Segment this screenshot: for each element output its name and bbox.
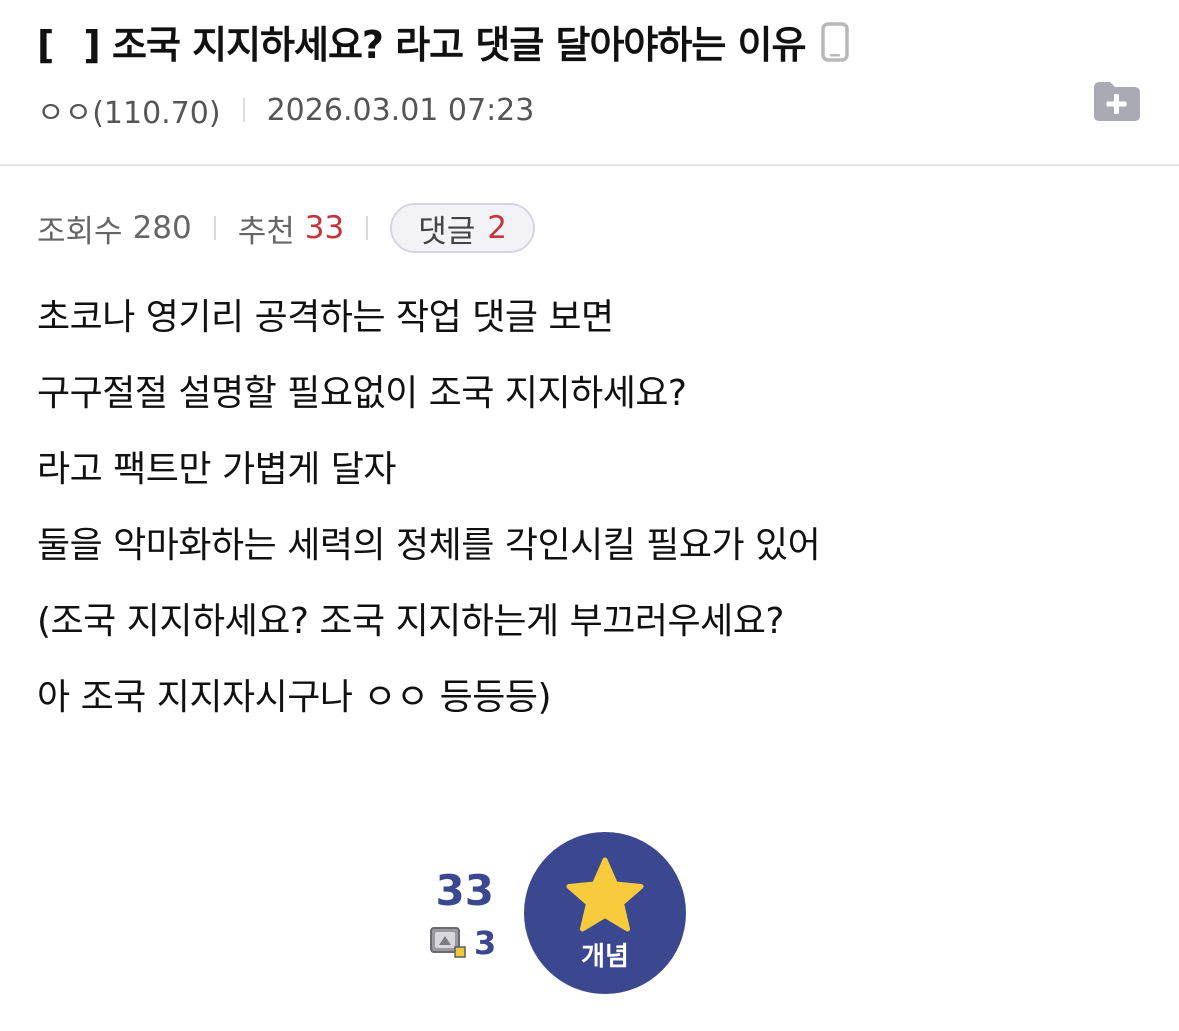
recommend-label: 추천 [237, 213, 295, 250]
folder-add-icon[interactable] [1090, 78, 1142, 122]
post-body: 초코나 영기리 공격하는 작업 댓글 보면 구구절절 설명할 필요없이 조국 지… [37, 280, 821, 736]
post-title: [] 조국 지지하세요? 라고 댓글 달아야하는 이유 [37, 14, 806, 69]
post-title-row: [] 조국 지지하세요? 라고 댓글 달아야하는 이유 [37, 14, 850, 69]
comments-label: 댓글 [418, 213, 476, 250]
title-bracket-close: ] [83, 23, 100, 67]
recommend-button[interactable]: 개념 [524, 832, 686, 994]
post-title-text: 조국 지지하세요? 라고 댓글 달아야하는 이유 [111, 23, 806, 67]
title-bracket-open: [ [37, 23, 54, 67]
fixed-vote-count: 3 [474, 924, 497, 962]
body-line: 초코나 영기리 공격하는 작업 댓글 보면 [37, 297, 614, 338]
recommend-button-label: 개념 [581, 942, 629, 972]
comments-count: 2 [487, 210, 508, 246]
body-line: 아 조국 지지자시구나 ㅇㅇ 등등등) [37, 677, 552, 718]
body-line: (조국 지지하세요? 조국 지지하는게 부끄러우세요? [37, 601, 784, 642]
star-icon [566, 857, 644, 932]
meta-divider [242, 98, 245, 122]
post-datetime: 2026.03.01 07:23 [266, 92, 535, 128]
post-stats: 조회수 280 추천 33 댓글 2 [37, 203, 536, 253]
vote-area: 33 3 개념 [420, 832, 720, 1002]
recommend-value: 33 [304, 210, 345, 246]
body-line: 라고 팩트만 가볍게 달자 [37, 449, 397, 490]
body-line: 구구절절 설명할 필요없이 조국 지지하세요? [37, 373, 687, 414]
views-value: 280 [132, 210, 192, 246]
fixed-user-icon [430, 927, 466, 958]
fixed-vote-row: 3 [428, 924, 496, 962]
body-line: 둘을 악마화하는 세력의 정체를 각인시킬 필요가 있어 [37, 525, 821, 566]
author-name[interactable]: ㅇㅇ(110.70) [37, 88, 221, 132]
post-header: [] 조국 지지하세요? 라고 댓글 달아야하는 이유 ㅇㅇ(110.70) 2… [0, 0, 1179, 166]
comments-button[interactable]: 댓글 2 [390, 203, 536, 253]
post-meta: ㅇㅇ(110.70) 2026.03.01 07:23 [37, 88, 534, 132]
mobile-phone-icon [821, 21, 850, 62]
views-label: 조회수 [37, 213, 123, 250]
stats-divider [213, 216, 216, 240]
stats-divider [366, 216, 369, 240]
vote-count: 33 [435, 866, 494, 915]
